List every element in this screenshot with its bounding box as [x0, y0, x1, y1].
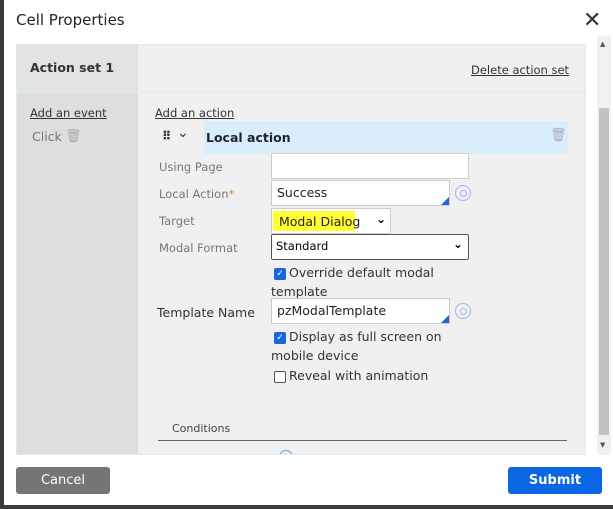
action-set-panel: Action set 1 Delete action set Add an ev…: [16, 44, 586, 455]
local-action-label-text: Local Action: [159, 187, 229, 201]
event-click[interactable]: Click: [32, 129, 62, 144]
scroll-up-icon[interactable]: ▲: [600, 40, 605, 48]
scroll-down-icon[interactable]: ▼: [600, 441, 605, 449]
target-select[interactable]: Modal Dialog ⌄: [271, 208, 391, 234]
chevron-down-icon: ⌄: [376, 212, 387, 226]
target-value: Modal Dialog: [279, 214, 361, 229]
action-set-header: Action set 1 Delete action set: [17, 45, 585, 93]
cell-properties-dialog: Cell Properties ✕ Action set 1 Delete ac…: [4, 0, 613, 505]
action-header: Local action 🗑: [204, 121, 568, 154]
reveal-checkbox[interactable]: [274, 370, 286, 383]
scrollbar[interactable]: ▲ ▼: [597, 36, 611, 455]
add-action-link[interactable]: Add an action: [155, 106, 234, 120]
delete-action-icon[interactable]: 🗑: [550, 128, 567, 143]
modal-format-label: Modal Format: [159, 241, 238, 255]
template-name-label: Template Name: [157, 305, 255, 320]
add-condition-icon[interactable]: [279, 450, 293, 454]
conditions-divider: [158, 440, 567, 441]
close-icon[interactable]: ✕: [583, 8, 601, 33]
delete-event-icon[interactable]: 🗑: [65, 129, 82, 144]
required-mark: *: [228, 187, 235, 201]
dialog-title: Cell Properties: [16, 11, 125, 29]
action-title: Local action: [206, 130, 291, 145]
template-name-input[interactable]: pzModalTemplate: [271, 298, 450, 324]
local-action-label: Local Action*: [159, 187, 234, 201]
modal-format-select[interactable]: Standard ⌄: [271, 234, 469, 260]
cancel-button[interactable]: Cancel: [16, 467, 110, 494]
autocomplete-corner-icon: [441, 315, 449, 323]
delete-action-set-link[interactable]: Delete action set: [471, 63, 569, 77]
reveal-option[interactable]: Reveal with animation: [271, 368, 428, 383]
local-action-input[interactable]: Success: [271, 180, 450, 206]
autocomplete-corner-icon: [441, 197, 449, 205]
submit-button[interactable]: Submit: [508, 467, 602, 494]
override-label: Override default modal template: [271, 265, 434, 299]
template-name-value: pzModalTemplate: [277, 303, 387, 318]
conditions-heading: Conditions: [172, 422, 231, 435]
local-action-value: Success: [277, 185, 328, 200]
fullscreen-option[interactable]: ✓ Display as full screen on mobile device: [271, 327, 456, 365]
override-checkbox[interactable]: ✓: [274, 267, 286, 280]
action-set-title: Action set 1: [30, 60, 115, 75]
chevron-down-icon[interactable]: ⌄: [177, 125, 189, 141]
add-event-link[interactable]: Add an event: [30, 106, 107, 120]
override-template-option[interactable]: ✓ Override default modal template: [271, 263, 451, 301]
reveal-label: Reveal with animation: [289, 368, 429, 383]
target-label: Target: [159, 214, 195, 228]
using-page-input[interactable]: [271, 153, 469, 179]
fullscreen-label: Display as full screen on mobile device: [271, 329, 442, 363]
target-picker-icon[interactable]: [455, 185, 471, 201]
modal-format-value: Standard: [276, 239, 329, 253]
chevron-down-icon: ⌄: [452, 237, 463, 251]
using-page-label: Using Page: [159, 160, 223, 174]
scrollbar-thumb[interactable]: [599, 108, 609, 435]
drag-handle-icon[interactable]: ⠿: [162, 129, 171, 143]
template-picker-icon[interactable]: [455, 303, 471, 319]
fullscreen-checkbox[interactable]: ✓: [274, 331, 286, 344]
